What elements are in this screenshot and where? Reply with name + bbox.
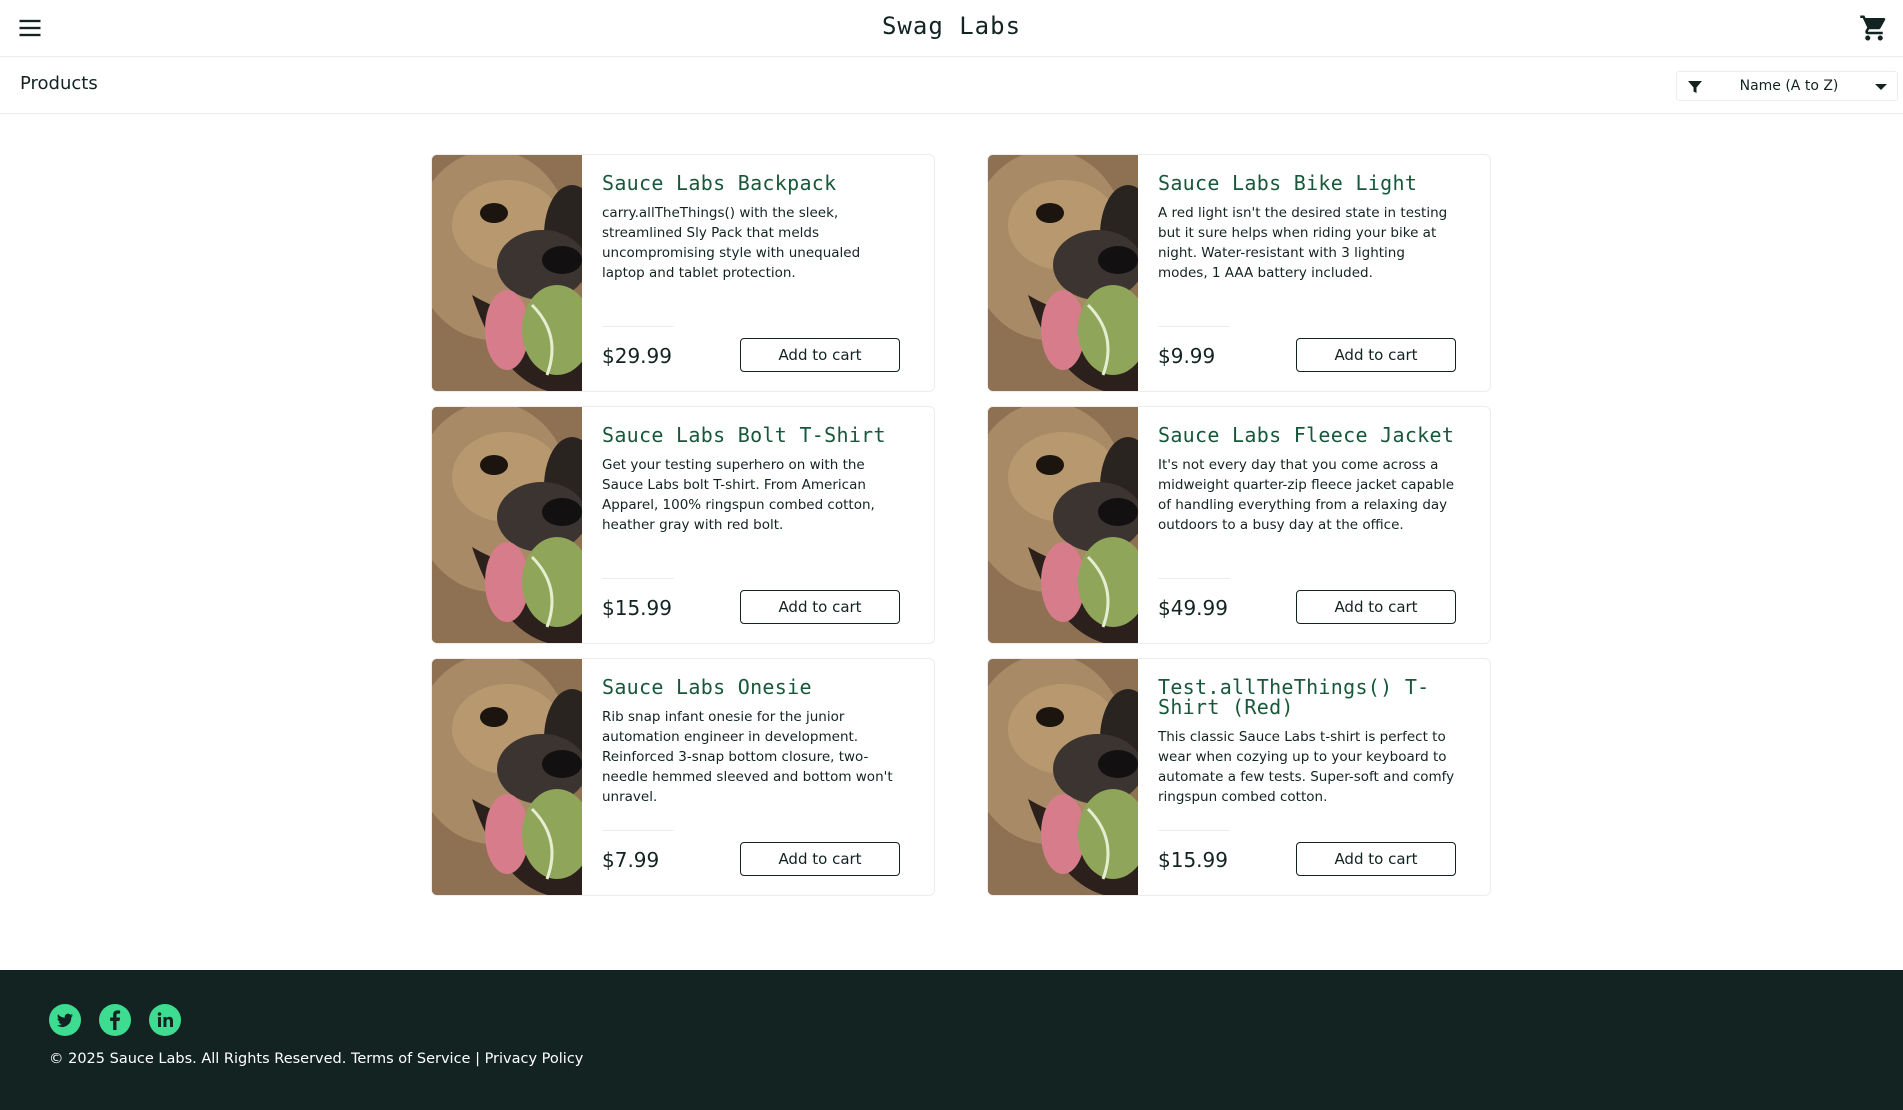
sort-dropdown[interactable]: Name (A to Z) [1676, 71, 1898, 101]
linkedin-link[interactable] [149, 1004, 181, 1036]
price-bar: $9.99 Add to cart [1158, 326, 1456, 372]
product-price: $15.99 [1158, 848, 1228, 872]
price-bar: $49.99 Add to cart [1158, 578, 1456, 624]
product-image[interactable] [988, 407, 1138, 643]
pug-image [432, 407, 582, 643]
product-image[interactable] [432, 659, 582, 895]
product-price: $29.99 [602, 344, 672, 368]
product-name-link[interactable]: Sauce Labs Bolt T-Shirt [602, 425, 914, 445]
product-name-link[interactable]: Sauce Labs Bike Light [1158, 173, 1470, 193]
inventory-item: Test.allTheThings() T-Shirt (Red) This c… [987, 658, 1491, 896]
inventory-item: Sauce Labs Backpack carry.allTheThings()… [431, 154, 935, 392]
product-image[interactable] [988, 155, 1138, 391]
product-image[interactable] [432, 407, 582, 643]
inventory-item: Sauce Labs Fleece Jacket It's not every … [987, 406, 1491, 644]
divider [1158, 830, 1230, 831]
add-to-cart-button[interactable]: Add to cart [740, 842, 900, 876]
pug-image [432, 155, 582, 391]
divider [602, 830, 674, 831]
price-bar: $29.99 Add to cart [602, 326, 900, 372]
twitter-link[interactable] [49, 1004, 81, 1036]
page-title: Products [20, 73, 98, 94]
linkedin-icon [157, 1012, 173, 1027]
divider [602, 578, 674, 579]
pug-image [988, 407, 1138, 643]
price-bar: $15.99 Add to cart [602, 578, 900, 624]
product-description: It's not every day that you come across … [1158, 457, 1455, 533]
product-description: Rib snap infant onesie for the junior au… [602, 709, 893, 805]
secondary-header: Products Name (A to Z) [0, 57, 1903, 114]
product-details: Sauce Labs Fleece Jacket It's not every … [1138, 407, 1490, 643]
product-name-link[interactable]: Sauce Labs Fleece Jacket [1158, 425, 1470, 445]
facebook-icon [110, 1010, 121, 1030]
product-details: Sauce Labs Bike Light A red light isn't … [1138, 155, 1490, 391]
product-details: Test.allTheThings() T-Shirt (Red) This c… [1138, 659, 1490, 895]
inventory-item: Sauce Labs Onesie Rib snap infant onesie… [431, 658, 935, 896]
product-description: carry.allTheThings() with the sleek, str… [602, 205, 861, 281]
inventory-item: Sauce Labs Bolt T-Shirt Get your testing… [431, 406, 935, 644]
divider [1158, 578, 1230, 579]
divider [1158, 326, 1230, 327]
product-description: This classic Sauce Labs t-shirt is perfe… [1158, 729, 1455, 805]
footer-copyright: © 2025 Sauce Labs. All Rights Reserved. … [49, 1051, 584, 1067]
shopping-cart-icon [1860, 15, 1886, 41]
facebook-link[interactable] [99, 1004, 131, 1036]
divider [602, 326, 674, 327]
product-details: Sauce Labs Backpack carry.allTheThings()… [582, 155, 934, 391]
add-to-cart-button[interactable]: Add to cart [740, 590, 900, 624]
product-name-link[interactable]: Test.allTheThings() T-Shirt (Red) [1158, 677, 1470, 717]
product-price: $15.99 [602, 596, 672, 620]
filter-icon [1688, 81, 1702, 93]
price-bar: $15.99 Add to cart [1158, 830, 1456, 876]
inventory-item: Sauce Labs Bike Light A red light isn't … [987, 154, 1491, 392]
product-description: Get your testing superhero on with the S… [602, 457, 875, 533]
product-price: $9.99 [1158, 344, 1216, 368]
pug-image [988, 659, 1138, 895]
product-name-link[interactable]: Sauce Labs Backpack [602, 173, 914, 193]
product-price: $49.99 [1158, 596, 1228, 620]
pug-image [988, 155, 1138, 391]
add-to-cart-button[interactable]: Add to cart [740, 338, 900, 372]
pug-image [432, 659, 582, 895]
product-price: $7.99 [602, 848, 660, 872]
add-to-cart-button[interactable]: Add to cart [1296, 842, 1456, 876]
caret-down-icon [1875, 84, 1887, 90]
product-image[interactable] [432, 155, 582, 391]
sort-selected-value: Name (A to Z) [1739, 78, 1839, 94]
footer: © 2025 Sauce Labs. All Rights Reserved. … [0, 970, 1903, 1110]
inventory-list: Sauce Labs Backpack carry.allTheThings()… [431, 154, 1491, 898]
twitter-icon [57, 1013, 73, 1027]
price-bar: $7.99 Add to cart [602, 830, 900, 876]
primary-header: Swag Labs [0, 0, 1903, 57]
product-image[interactable] [988, 659, 1138, 895]
add-to-cart-button[interactable]: Add to cart [1296, 590, 1456, 624]
product-details: Sauce Labs Bolt T-Shirt Get your testing… [582, 407, 934, 643]
product-name-link[interactable]: Sauce Labs Onesie [602, 677, 914, 697]
product-details: Sauce Labs Onesie Rib snap infant onesie… [582, 659, 934, 895]
add-to-cart-button[interactable]: Add to cart [1296, 338, 1456, 372]
product-description: A red light isn't the desired state in t… [1158, 205, 1448, 281]
shopping-cart-link[interactable] [1859, 13, 1889, 43]
app-title: Swag Labs [881, 12, 1022, 40]
